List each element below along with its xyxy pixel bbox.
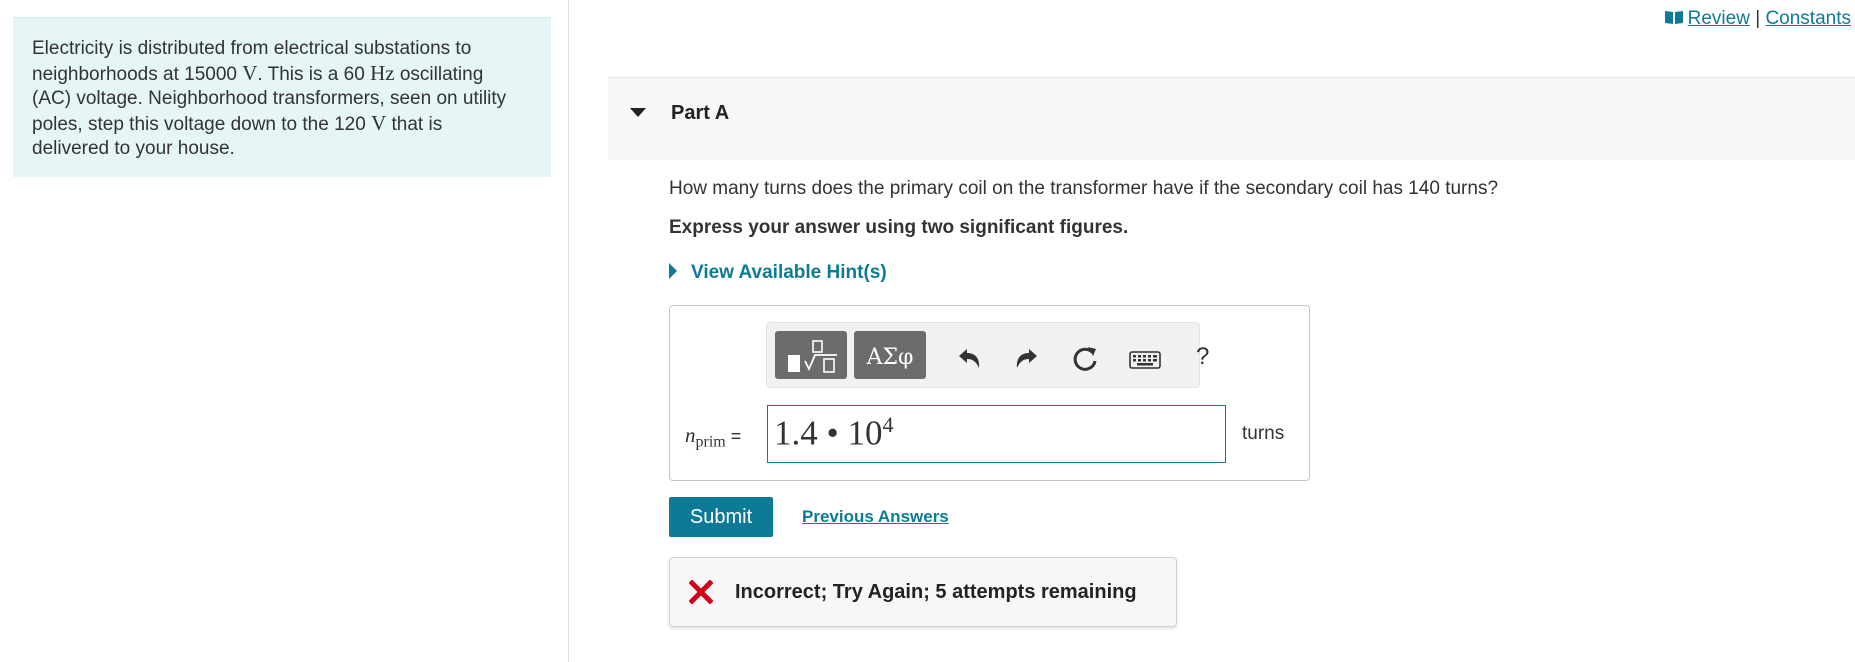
answer-box: ΑΣφ ? nprim = 1.4 • 104 turns xyxy=(669,305,1310,481)
book-icon xyxy=(1664,11,1683,24)
problem-line: delivered to your house. xyxy=(32,138,235,159)
submit-button[interactable]: Submit xyxy=(669,497,773,537)
hint-label: View Available Hint(s) xyxy=(691,262,887,283)
variable-label: nprim = xyxy=(685,423,741,452)
constants-link[interactable]: Constants xyxy=(1765,8,1851,29)
caret-right-icon xyxy=(669,263,677,279)
link-separator: | xyxy=(1755,8,1761,29)
unit-volts: V xyxy=(242,61,258,85)
help-button[interactable]: ? xyxy=(1196,343,1209,371)
equals-sign: = xyxy=(730,426,742,446)
problem-line: (AC) voltage. Neighborhood transformers,… xyxy=(32,88,507,109)
problem-line: neighborhoods at 15000 V. This is a 60 H… xyxy=(32,61,484,85)
templates-icon xyxy=(788,340,837,373)
incorrect-x-icon xyxy=(689,580,713,604)
unit-label: turns xyxy=(1242,423,1285,444)
problem-line: Electricity is distributed from electric… xyxy=(32,38,472,59)
review-link[interactable]: Review xyxy=(1688,8,1750,29)
reset-icon[interactable] xyxy=(1072,345,1100,373)
feedback-message: Incorrect; Try Again; 5 attempts remaini… xyxy=(735,581,1137,603)
problem-line: poles, step this voltage down to the 120… xyxy=(32,111,443,135)
redo-icon[interactable] xyxy=(1013,345,1041,373)
math-toolbar: ΑΣφ ? xyxy=(766,322,1209,388)
variable-symbol: n xyxy=(685,423,696,447)
column-divider xyxy=(568,0,569,662)
caret-down-icon[interactable] xyxy=(630,108,646,117)
view-hints-toggle[interactable]: View Available Hint(s) xyxy=(669,262,887,284)
question-text: How many turns does the primary coil on … xyxy=(669,178,1499,199)
answer-value: 1.4 • 104 xyxy=(774,412,894,453)
problem-statement: Electricity is distributed from electric… xyxy=(13,17,551,177)
resource-links: Review | Constants xyxy=(1664,8,1851,30)
instruction-text: Express your answer using two significan… xyxy=(669,217,1129,238)
feedback-box: Incorrect; Try Again; 5 attempts remaini… xyxy=(669,557,1177,627)
undo-icon[interactable] xyxy=(955,345,983,373)
greek-symbols-button[interactable]: ΑΣφ xyxy=(854,331,926,379)
keyboard-icon[interactable] xyxy=(1129,345,1161,373)
unit-volts: V xyxy=(371,111,387,135)
greek-symbols-label: ΑΣφ xyxy=(866,345,914,370)
part-title: Part A xyxy=(671,102,730,124)
previous-answers-link[interactable]: Previous Answers xyxy=(802,507,949,527)
part-header[interactable]: Part A xyxy=(608,77,1855,160)
variable-subscript: prim xyxy=(695,433,726,451)
templates-button[interactable] xyxy=(775,331,847,379)
answer-input[interactable]: 1.4 • 104 xyxy=(767,405,1226,463)
unit-hertz: Hz xyxy=(370,61,395,85)
